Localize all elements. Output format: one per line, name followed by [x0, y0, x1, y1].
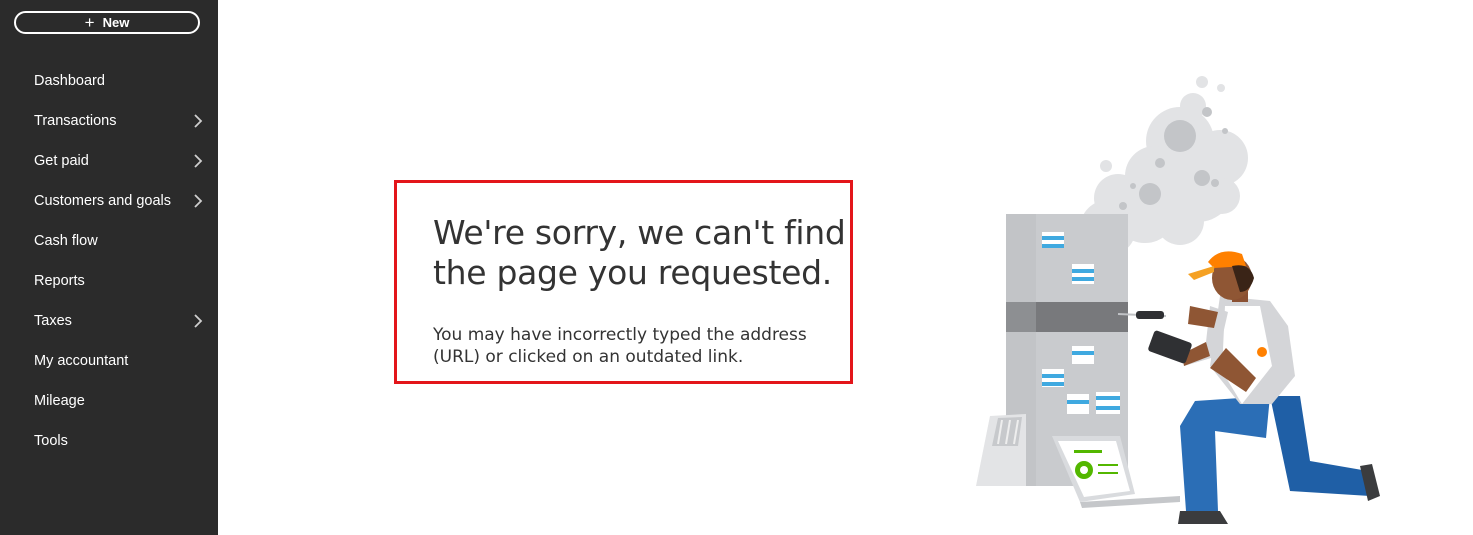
sidebar-nav: Dashboard Transactions Get paid Customer… [0, 61, 218, 461]
chevron-right-icon [194, 194, 203, 208]
sidebar-item-label: Transactions [34, 113, 117, 129]
sidebar-item-label: Tools [34, 433, 68, 449]
sidebar-item-label: Reports [34, 273, 85, 289]
sidebar-item-label: Taxes [34, 313, 72, 329]
error-description: You may have incorrectly typed the addre… [433, 325, 807, 367]
sidebar-item-customers-and-goals[interactable]: Customers and goals [0, 181, 218, 221]
sidebar-item-label: Customers and goals [34, 193, 172, 209]
sidebar-item-get-paid[interactable]: Get paid [0, 141, 218, 181]
sidebar-item-cash-flow[interactable]: Cash flow [0, 221, 218, 261]
chevron-right-icon [194, 314, 203, 328]
technician-server-illustration [976, 76, 1380, 524]
sidebar: + New Dashboard Transactions Get paid Cu… [0, 0, 218, 535]
sidebar-item-my-accountant[interactable]: My accountant [0, 341, 218, 381]
sidebar-item-label: Cash flow [34, 233, 98, 249]
main-content: We're sorry, we can't find the page you … [218, 0, 1473, 535]
error-title: We're sorry, we can't find the page you … [433, 213, 846, 292]
chevron-right-icon [194, 114, 203, 128]
sidebar-item-reports[interactable]: Reports [0, 261, 218, 301]
sidebar-item-label: Dashboard [34, 73, 105, 89]
error-message-box: We're sorry, we can't find the page you … [394, 180, 853, 384]
plus-icon: + [84, 13, 95, 32]
new-button-label: New [102, 15, 130, 30]
sidebar-item-mileage[interactable]: Mileage [0, 381, 218, 421]
sidebar-item-dashboard[interactable]: Dashboard [0, 61, 218, 101]
sidebar-item-transactions[interactable]: Transactions [0, 101, 218, 141]
chevron-right-icon [194, 154, 203, 168]
technician-figure [1117, 251, 1380, 524]
sidebar-item-label: My accountant [34, 353, 129, 369]
new-button[interactable]: + New [14, 11, 200, 34]
sidebar-item-tools[interactable]: Tools [0, 421, 218, 461]
laptop-icon [1052, 436, 1180, 508]
sidebar-item-label: Mileage [34, 393, 85, 409]
sidebar-item-taxes[interactable]: Taxes [0, 301, 218, 341]
floor-panel [976, 414, 1026, 486]
sidebar-item-label: Get paid [34, 153, 89, 169]
